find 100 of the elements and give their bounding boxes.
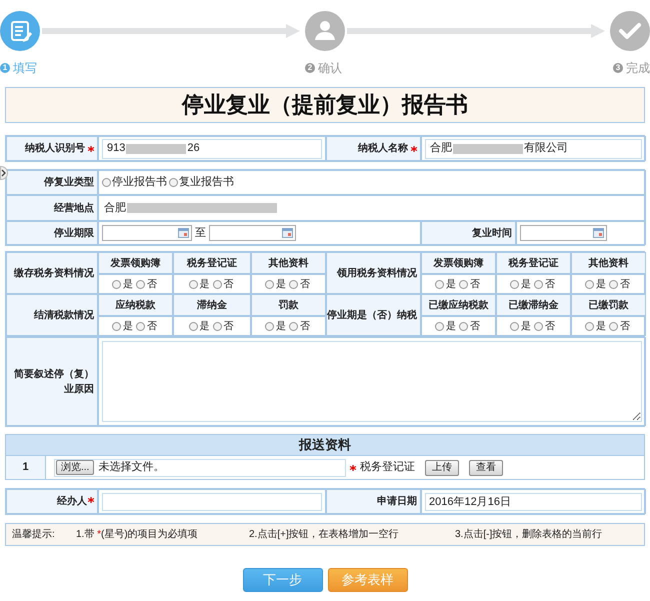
radio-button[interactable]	[609, 280, 618, 288]
column-header: 发票领购簿	[98, 252, 173, 274]
radio-label: 是	[446, 278, 456, 292]
radio-button[interactable]	[289, 322, 298, 330]
radio-label: 否	[300, 320, 310, 334]
field-value: 合肥	[104, 200, 126, 216]
step-label: 完成	[626, 60, 650, 77]
label-cell: 缴存税务资料情况	[6, 252, 98, 294]
column-header: 罚款	[251, 294, 326, 316]
radio-label: 是	[521, 278, 531, 292]
redaction-blur	[453, 144, 523, 154]
radio-button[interactable]	[188, 280, 198, 288]
radio-button[interactable]	[136, 322, 145, 330]
label-cell: 简要叙述停（复）业原因	[6, 337, 98, 426]
radio-button[interactable]	[585, 280, 594, 288]
label-cell: 停业期是（否）纳税	[326, 294, 421, 336]
step-number: 2	[305, 63, 315, 73]
field-label: 经办人	[57, 494, 87, 509]
step-label: 确认	[318, 60, 342, 77]
arrow-icon	[347, 24, 605, 38]
radio-label: 否	[545, 320, 555, 334]
calendar-icon[interactable]	[282, 228, 293, 238]
date-field[interactable]: 2016年12月16日	[425, 492, 642, 510]
radio-label: 否	[300, 278, 310, 292]
field-label: 纳税人识别号	[25, 142, 85, 156]
radio-button[interactable]	[435, 322, 444, 330]
column-header: 滞纳金	[173, 294, 251, 316]
radio-label: 是	[123, 278, 133, 292]
step-number: 1	[0, 63, 10, 73]
expand-handle[interactable]	[0, 166, 8, 180]
radio-label: 是	[596, 278, 606, 292]
required-icon	[350, 464, 356, 470]
document-label: 税务登记证	[360, 460, 415, 476]
radio-button[interactable]	[585, 322, 594, 330]
radio-label: 是	[123, 320, 133, 334]
radio-button[interactable]	[459, 280, 468, 288]
column-header: 已缴应纳税款	[421, 294, 496, 316]
radio-button[interactable]	[112, 280, 121, 288]
radio-button[interactable]	[136, 280, 145, 288]
radio-button[interactable]	[265, 280, 274, 288]
input-field[interactable]	[102, 492, 322, 510]
radio-label: 是	[276, 320, 286, 334]
required-icon	[88, 146, 94, 152]
radio-label: 否	[147, 278, 157, 292]
radio-button[interactable]	[510, 322, 519, 330]
label-cell: 1	[6, 456, 46, 479]
radio-label: 是	[596, 320, 606, 334]
column-header: 税务登记证	[496, 252, 571, 274]
column-header: 应纳税款	[98, 294, 173, 316]
radio-label: 否	[620, 278, 630, 292]
input-field[interactable]: 913 26	[102, 138, 322, 158]
tip-text: 3.点击[-]按钮，删除表格的当前行	[455, 528, 602, 542]
column-header: 其他资料	[571, 252, 646, 274]
radio-button[interactable]	[188, 322, 198, 330]
step-label: 填写	[13, 60, 37, 77]
radio-label: 否	[470, 278, 480, 292]
radio-button[interactable]	[510, 280, 519, 288]
input-field[interactable]: 合肥 有限公司	[425, 138, 642, 158]
radio-button[interactable]	[534, 322, 543, 330]
radio-button[interactable]	[459, 322, 468, 330]
view-button[interactable]: 查看	[469, 460, 503, 476]
radio-label: 是	[276, 278, 286, 292]
column-header: 税务登记证	[173, 252, 251, 274]
column-header: 其他资料	[251, 252, 326, 274]
radio-label: 否	[147, 320, 157, 334]
date-field[interactable]	[209, 225, 296, 241]
radio-label: 是	[446, 320, 456, 334]
field-label: 纳税人名称	[358, 142, 408, 156]
label-cell: 停复业类型	[6, 170, 98, 195]
radio-label: 否	[620, 320, 630, 334]
separator-text: 至	[195, 226, 206, 241]
tip-text: 2.点击[+]按钮，在表格增加一空行	[249, 528, 400, 542]
required-icon	[88, 497, 94, 503]
arrow-icon	[42, 24, 300, 38]
label-cell: 经营地点	[6, 195, 98, 221]
browse-button[interactable]: 浏览...	[56, 460, 94, 475]
required-icon	[411, 146, 417, 152]
file-name: 未选择文件。	[98, 460, 164, 476]
radio-button[interactable]	[212, 322, 222, 330]
radio-label: 否	[224, 278, 234, 292]
radio-label: 否	[224, 320, 234, 334]
radio-button[interactable]	[112, 322, 121, 330]
radio-button[interactable]	[169, 178, 178, 187]
radio-button[interactable]	[102, 178, 111, 187]
calendar-icon[interactable]	[178, 228, 189, 238]
radio-button[interactable]	[212, 280, 222, 288]
radio-label: 是	[200, 320, 210, 334]
label-cell: 领用税务资料情况	[326, 252, 421, 294]
date-field[interactable]	[102, 225, 192, 241]
radio-button[interactable]	[289, 280, 298, 288]
radio-button[interactable]	[435, 280, 444, 288]
label-cell: 申请日期	[326, 489, 421, 514]
radio-button[interactable]	[609, 322, 618, 330]
radio-label: 是	[200, 278, 210, 292]
radio-button[interactable]	[534, 280, 543, 288]
upload-button[interactable]: 上传	[425, 460, 459, 476]
date-field[interactable]	[520, 225, 607, 241]
redaction-blur	[126, 144, 186, 154]
radio-button[interactable]	[265, 322, 274, 330]
calendar-icon[interactable]	[593, 228, 604, 238]
